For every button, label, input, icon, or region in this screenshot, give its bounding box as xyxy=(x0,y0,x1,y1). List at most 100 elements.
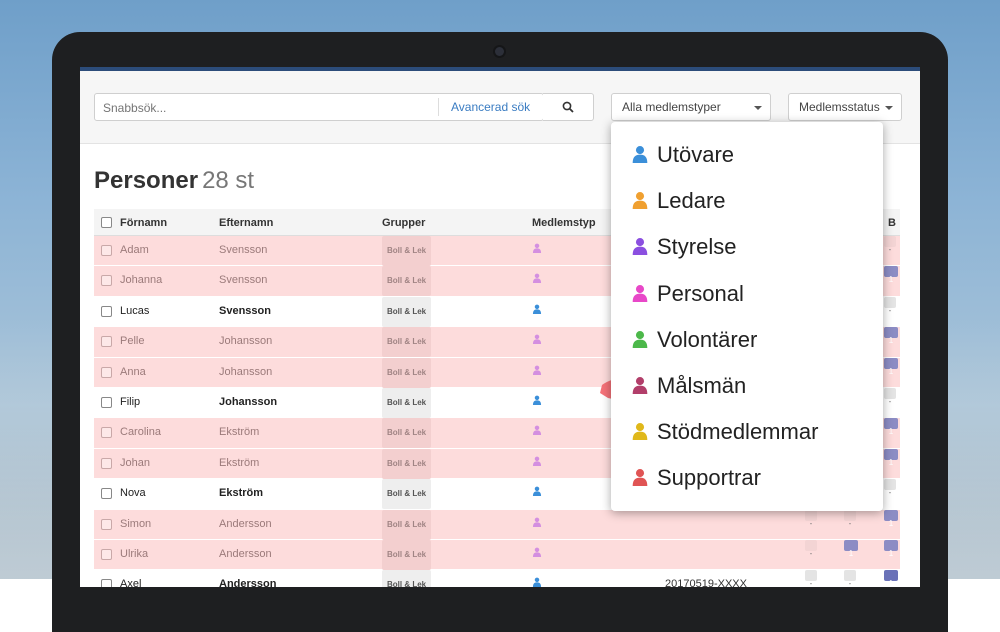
b-badge: 1 xyxy=(884,418,898,436)
row-checkbox[interactable] xyxy=(101,548,112,560)
first-name-cell[interactable]: Pelle xyxy=(120,327,144,355)
member-type-icon xyxy=(532,479,542,507)
member-type-dropdown[interactable]: Alla medlemstyper xyxy=(611,93,771,121)
first-name-cell[interactable]: Nova xyxy=(120,479,146,507)
status-cell: - xyxy=(805,539,817,558)
row-checkbox[interactable] xyxy=(101,245,112,256)
status-cell: 1 xyxy=(844,539,858,558)
member-status-dropdown-label: Medlemsstatus xyxy=(799,100,880,114)
menu-item-label: Ledare xyxy=(657,188,726,214)
group-tag: Boll & Lek xyxy=(382,357,432,388)
b-badge: - xyxy=(884,479,896,497)
person-icon xyxy=(631,468,649,491)
last-name-cell[interactable]: Svensson xyxy=(219,297,271,325)
group-tag: Boll & Lek xyxy=(382,327,432,358)
select-all-checkbox[interactable] xyxy=(101,217,112,228)
menu-item-supportrar[interactable]: Supportrar xyxy=(611,456,883,500)
row-checkbox[interactable] xyxy=(101,396,112,408)
row-checkbox[interactable] xyxy=(101,366,112,378)
menu-item-volontärer[interactable]: Volontärer xyxy=(611,318,883,362)
last-name-cell[interactable]: Ekström xyxy=(219,449,259,477)
last-name-cell[interactable]: Johansson xyxy=(219,327,272,355)
row-checkbox[interactable] xyxy=(101,275,112,287)
menu-item-label: Målsmän xyxy=(657,373,747,398)
first-name-cell[interactable]: Adam xyxy=(120,236,149,264)
status-cell: - xyxy=(805,509,817,528)
person-count: 28 st xyxy=(202,167,255,194)
person-icon xyxy=(631,422,649,445)
last-name-cell[interactable]: Andersson xyxy=(219,540,272,568)
status-cell: - xyxy=(805,570,817,587)
row-checkbox[interactable] xyxy=(101,579,112,587)
menu-item-label: Personal xyxy=(657,280,744,306)
member-type-icon xyxy=(532,297,542,325)
chevron-down-icon xyxy=(885,105,894,110)
row-checkbox[interactable] xyxy=(101,518,112,530)
menu-item-styrelse[interactable]: Styrelse xyxy=(611,225,883,269)
member-type-icon xyxy=(532,449,542,477)
header-first-name[interactable]: Förnamn xyxy=(120,209,167,237)
search-button[interactable] xyxy=(543,93,594,121)
b-badge: 1 xyxy=(884,266,898,284)
first-name-cell[interactable]: Ulrika xyxy=(120,540,148,568)
chevron-down-icon xyxy=(754,105,763,110)
status-cell: - xyxy=(844,509,856,528)
row-checkbox[interactable] xyxy=(101,305,112,317)
first-name-cell[interactable]: Anna xyxy=(120,358,146,386)
person-icon xyxy=(631,191,649,214)
row-checkbox[interactable] xyxy=(101,427,112,439)
last-name-cell[interactable]: Johansson xyxy=(219,358,272,386)
webcam xyxy=(495,47,504,56)
menu-item-målsmän[interactable]: Målsmän xyxy=(611,364,883,408)
row-checkbox[interactable] xyxy=(101,488,112,500)
first-name-cell[interactable]: Simon xyxy=(120,510,151,538)
menu-item-utövare[interactable]: Utövare xyxy=(611,133,883,177)
advanced-search-link[interactable]: Avancerad sök xyxy=(438,98,530,116)
menu-item-ledare[interactable]: Ledare xyxy=(611,179,883,223)
first-name-cell[interactable]: Johanna xyxy=(120,266,162,294)
menu-item-label: Supportrar xyxy=(657,465,761,491)
b-badge: - xyxy=(884,387,896,406)
menu-item-label: Utövare xyxy=(657,142,735,167)
quick-search: Avancerad sök xyxy=(94,93,544,121)
menu-item-label: Volontärer xyxy=(657,326,758,352)
header-member-type[interactable]: Medlemstyp xyxy=(532,209,596,237)
last-name-cell[interactable]: Ekström xyxy=(219,418,259,446)
first-name-cell[interactable]: Lucas xyxy=(120,297,149,325)
header-b[interactable]: B xyxy=(888,209,896,237)
page-title-text: Personer xyxy=(94,167,199,194)
group-tag: Boll & Lek xyxy=(382,509,432,540)
first-name-cell[interactable]: Johan xyxy=(120,449,150,477)
last-name-cell[interactable]: Ekström xyxy=(219,479,263,507)
b-badge: 1 xyxy=(884,509,898,528)
b-badge: 1 xyxy=(884,570,898,587)
group-tag: Boll & Lek xyxy=(382,479,432,510)
group-tag: Boll & Lek xyxy=(382,296,432,327)
header-groups[interactable]: Grupper xyxy=(382,209,425,237)
last-name-cell[interactable]: Svensson xyxy=(219,266,267,294)
menu-item-stödmedlemmar[interactable]: Stödmedlemmar xyxy=(611,410,883,454)
person-icon xyxy=(631,376,649,399)
row-checkbox[interactable] xyxy=(101,457,112,469)
last-name-cell[interactable]: Andersson xyxy=(219,510,272,538)
search-input[interactable] xyxy=(101,98,435,118)
group-tag: Boll & Lek xyxy=(382,448,432,479)
first-name-cell[interactable]: Filip xyxy=(120,388,140,416)
menu-item-personal[interactable]: Personal xyxy=(611,272,883,316)
last-name-cell[interactable]: Johansson xyxy=(219,388,277,416)
header-last-name[interactable]: Efternamn xyxy=(219,209,273,237)
member-type-menu: Utövare Ledare Styrelse Personal Volontärer M… xyxy=(611,122,883,511)
first-name-cell[interactable]: Carolina xyxy=(120,418,161,446)
row-checkbox[interactable] xyxy=(101,336,112,348)
b-badge: 1 xyxy=(884,357,898,376)
table-row[interactable]: Simon Andersson Boll & Lek - - 1 xyxy=(94,509,900,540)
last-name-cell[interactable]: Svensson xyxy=(219,236,267,264)
table-row[interactable]: Ulrika Andersson Boll & Lek - 1 1 xyxy=(94,539,900,571)
person-icon xyxy=(631,145,649,168)
member-type-dropdown-label: Alla medlemstyper xyxy=(622,100,721,114)
menu-item-label: Stödmedlemmar xyxy=(657,419,819,445)
member-type-icon xyxy=(532,540,542,568)
person-icon xyxy=(631,237,649,260)
member-status-dropdown[interactable]: Medlemsstatus xyxy=(788,93,902,121)
menu-item-label: Styrelse xyxy=(657,234,737,260)
